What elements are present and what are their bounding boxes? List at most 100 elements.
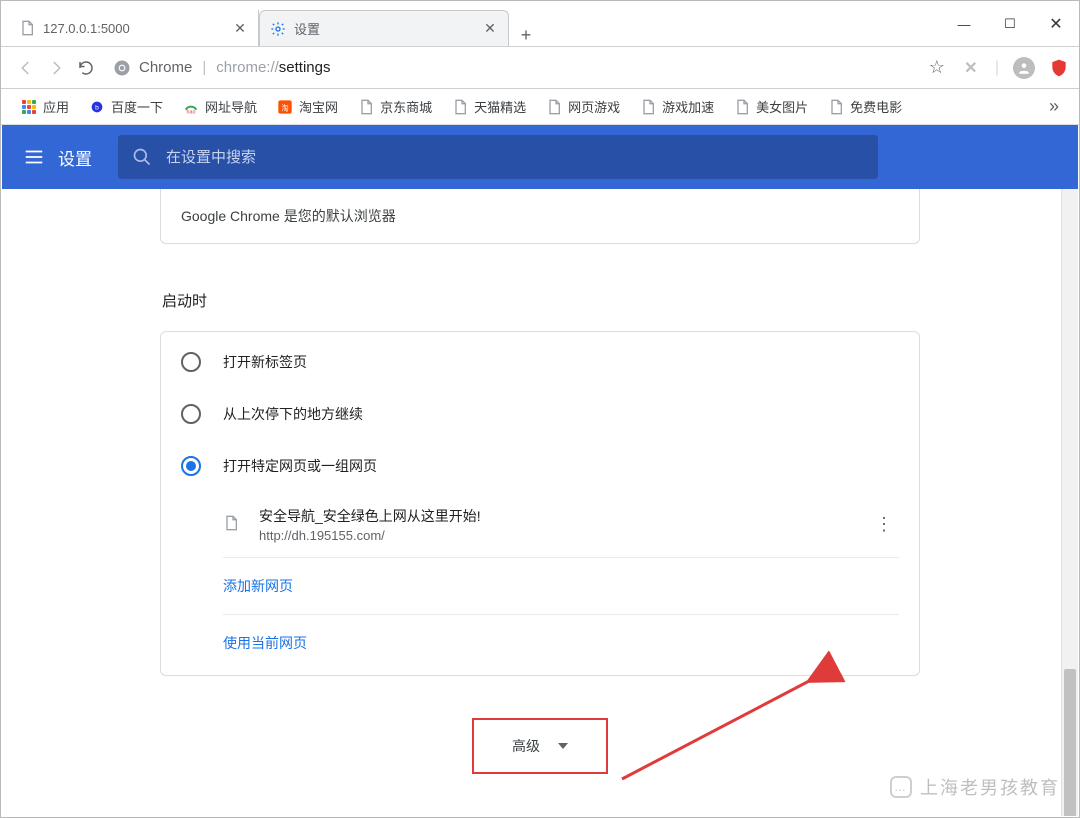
bookmarks-overflow[interactable]: » <box>1041 92 1067 121</box>
toolbar-actions: ☆ ✕ | <box>927 57 1069 79</box>
secure-label: Chrome <box>139 59 192 76</box>
reload-button[interactable] <box>71 53 101 83</box>
startup-option-newtab[interactable]: 打开新标签页 <box>161 336 919 388</box>
tab-localhost[interactable]: 127.0.0.1:5000 ✕ <box>9 10 259 46</box>
settings-toolbar: 设置 <box>2 125 1078 189</box>
bookmark-label: 游戏加速 <box>662 97 714 116</box>
url-path: settings <box>279 59 331 76</box>
radio-icon <box>181 404 201 424</box>
window-titlebar: 127.0.0.1:5000 ✕ 设置 ✕ + — ☐ ✕ <box>1 1 1079 47</box>
advanced-label: 高级 <box>512 736 540 756</box>
settings-search[interactable] <box>118 135 878 179</box>
bookmark-item[interactable]: 游戏加速 <box>632 93 722 120</box>
radio-label: 打开新标签页 <box>223 352 307 372</box>
file-icon <box>358 99 374 115</box>
file-icon <box>19 20 35 36</box>
bookmark-label: 天猫精选 <box>474 97 526 116</box>
startup-page-item: 安全导航_安全绿色上网从这里开始! http://dh.195155.com/ … <box>223 492 899 558</box>
bookmark-item[interactable]: hao 网址导航 <box>175 93 265 120</box>
bookmark-label: 网页游戏 <box>568 97 620 116</box>
bookmark-label: 京东商城 <box>380 97 432 116</box>
taobao-icon: 淘 <box>277 99 293 115</box>
bookmark-label: 美女图片 <box>756 97 808 116</box>
startup-page-title: 安全导航_安全绿色上网从这里开始! <box>259 506 481 526</box>
wechat-icon: … <box>890 776 912 798</box>
file-icon <box>452 99 468 115</box>
bookmark-item[interactable]: 网页游戏 <box>538 93 628 120</box>
bookmark-item[interactable]: 美女图片 <box>726 93 816 120</box>
bookmark-item[interactable]: 淘 淘宝网 <box>269 93 346 120</box>
bookmark-label: 应用 <box>43 97 69 116</box>
back-button[interactable] <box>11 53 41 83</box>
apps-icon <box>21 99 37 115</box>
window-close[interactable]: ✕ <box>1033 1 1079 47</box>
bookmark-item[interactable]: 天猫精选 <box>444 93 534 120</box>
advanced-section: 高级 <box>160 718 920 774</box>
window-maximize[interactable]: ☐ <box>987 1 1033 47</box>
file-icon <box>828 99 844 115</box>
tab-label: 127.0.0.1:5000 <box>43 21 232 36</box>
forward-button[interactable] <box>41 53 71 83</box>
watermark-text: 上海老男孩教育 <box>920 774 1060 800</box>
extension-icon[interactable]: ✕ <box>961 58 981 78</box>
bookmark-label: 百度一下 <box>111 97 163 116</box>
bookmark-star-icon[interactable]: ☆ <box>927 58 947 78</box>
profile-avatar-icon[interactable] <box>1013 57 1035 79</box>
more-menu-icon[interactable]: ⋮ <box>869 508 899 541</box>
settings-title: 设置 <box>58 145 92 170</box>
gear-icon <box>270 21 286 37</box>
file-icon <box>546 99 562 115</box>
baidu-icon: b <box>89 99 105 115</box>
use-current-link[interactable]: 使用当前网页 <box>223 615 899 671</box>
radio-label: 从上次停下的地方继续 <box>223 404 363 424</box>
window-controls: — ☐ ✕ <box>941 1 1079 46</box>
startup-option-continue[interactable]: 从上次停下的地方继续 <box>161 388 919 440</box>
svg-text:hao: hao <box>187 109 196 114</box>
radio-icon-selected <box>181 456 201 476</box>
advanced-toggle[interactable]: 高级 <box>472 718 608 774</box>
svg-text:淘: 淘 <box>281 103 288 112</box>
tab-label: 设置 <box>294 19 482 38</box>
default-browser-card: Google Chrome 是您的默认浏览器 <box>160 189 920 244</box>
bookmark-label: 淘宝网 <box>299 97 338 116</box>
url-security-chip[interactable]: Chrome | <box>113 59 216 77</box>
chevron-down-icon <box>558 743 568 749</box>
radio-icon <box>181 352 201 372</box>
menu-button[interactable] <box>14 137 54 177</box>
file-icon <box>223 515 243 535</box>
svg-text:b: b <box>95 104 99 111</box>
window-minimize[interactable]: — <box>941 1 987 47</box>
settings-search-input[interactable] <box>166 149 864 166</box>
new-tab-button[interactable]: + <box>509 25 543 46</box>
scrollbar[interactable] <box>1061 189 1078 816</box>
apps-shortcut[interactable]: 应用 <box>13 93 77 120</box>
url-scheme: chrome:// <box>216 59 279 76</box>
radio-label: 打开特定网页或一组网页 <box>223 456 377 476</box>
startup-option-specific[interactable]: 打开特定网页或一组网页 <box>161 440 919 492</box>
file-icon <box>734 99 750 115</box>
settings-body: Google Chrome 是您的默认浏览器 启动时 打开新标签页 从上次停下的… <box>2 189 1078 816</box>
hao-icon: hao <box>183 99 199 115</box>
scrollbar-thumb[interactable] <box>1064 669 1076 816</box>
bookmark-label: 网址导航 <box>205 97 257 116</box>
address-bar[interactable]: chrome://settings <box>216 59 917 76</box>
startup-section-title: 启动时 <box>162 290 920 311</box>
search-icon <box>132 147 152 167</box>
bookmark-label: 免费电影 <box>850 97 902 116</box>
toolbar-row: Chrome | chrome://settings ☆ ✕ | <box>1 47 1079 89</box>
tab-close-icon[interactable]: ✕ <box>232 20 248 36</box>
add-page-link[interactable]: 添加新网页 <box>223 558 899 615</box>
default-browser-text: Google Chrome 是您的默认浏览器 <box>181 206 396 226</box>
tab-strip: 127.0.0.1:5000 ✕ 设置 ✕ + <box>1 1 543 46</box>
bookmark-item[interactable]: 免费电影 <box>820 93 910 120</box>
bookmark-item[interactable]: 京东商城 <box>350 93 440 120</box>
tab-close-icon[interactable]: ✕ <box>482 21 498 37</box>
startup-card: 打开新标签页 从上次停下的地方继续 打开特定网页或一组网页 安全导航_安全绿色上… <box>160 331 920 676</box>
separator: | <box>995 59 999 77</box>
bookmark-item[interactable]: b 百度一下 <box>81 93 171 120</box>
file-icon <box>640 99 656 115</box>
bookmarks-bar: 应用 b 百度一下 hao 网址导航 淘 淘宝网 京东商城 天猫精选 网页游戏 … <box>1 89 1079 125</box>
tab-settings[interactable]: 设置 ✕ <box>259 10 509 46</box>
shield-icon[interactable] <box>1049 58 1069 78</box>
settings-app: 设置 Google Chrome 是您的默认浏览器 启动时 打开新标签页 从上次… <box>2 125 1078 816</box>
